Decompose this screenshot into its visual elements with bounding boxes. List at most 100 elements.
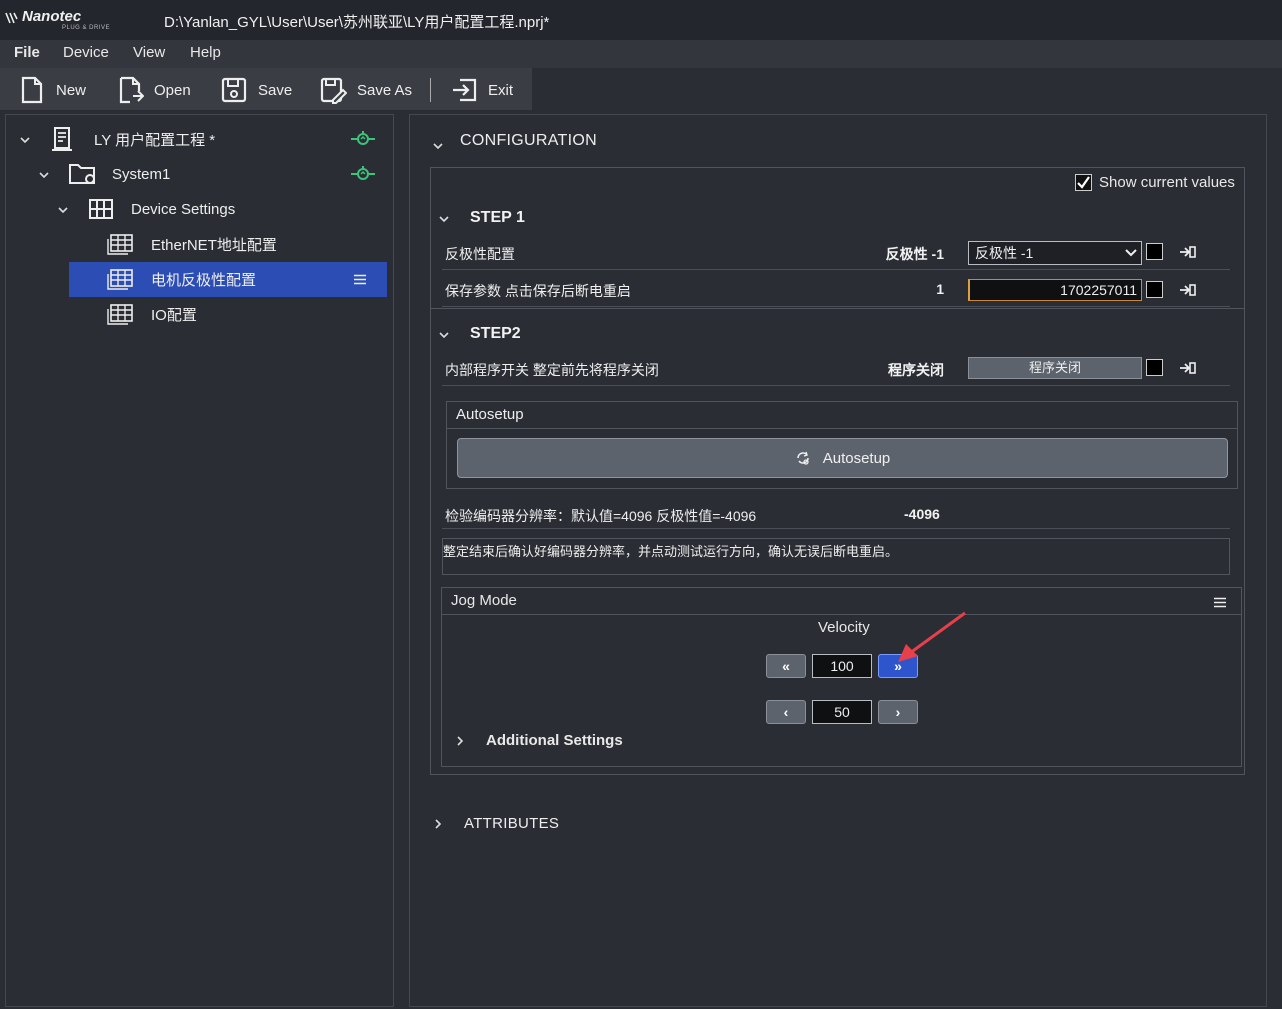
new-label: New bbox=[56, 81, 87, 99]
save-label: Save bbox=[258, 81, 293, 99]
param-label: 保存参数 点击保存后断电重启 bbox=[445, 283, 631, 299]
autosetup-divider bbox=[447, 428, 1237, 429]
program-switch-button[interactable]: 程序关闭 bbox=[968, 357, 1142, 379]
exit-icon bbox=[453, 78, 477, 102]
chevron-right-icon[interactable] bbox=[455, 735, 465, 747]
polarity-select[interactable]: 反极性 -1 bbox=[968, 241, 1142, 265]
jog-step-forward-button[interactable]: › bbox=[878, 700, 918, 724]
project-icon bbox=[52, 127, 72, 151]
brand-name: Nanotec bbox=[22, 8, 82, 25]
chevron-down-icon[interactable] bbox=[19, 134, 31, 146]
polarity-select-value: 反极性 -1 bbox=[975, 245, 1034, 261]
open-button[interactable]: Open bbox=[116, 76, 191, 104]
program-switch-checkbox[interactable] bbox=[1146, 359, 1163, 376]
show-current-values-label: Show current values bbox=[1099, 174, 1235, 191]
configuration-title[interactable]: CONFIGURATION bbox=[460, 132, 597, 150]
chevron-down-icon[interactable] bbox=[38, 169, 50, 181]
title-bar: Nanotec PLUG & DRIVE D:\Yanlan_GYL\User\… bbox=[0, 0, 1282, 40]
param-label: 内部程序开关 整定前先将程序关闭 bbox=[445, 362, 659, 378]
polarity-checkbox[interactable] bbox=[1146, 243, 1163, 260]
jog-step-reverse-button[interactable]: ‹ bbox=[766, 700, 806, 724]
new-button[interactable]: New bbox=[18, 76, 86, 104]
step2-title[interactable]: STEP2 bbox=[470, 325, 521, 343]
save-icon bbox=[221, 77, 247, 103]
note-text-box: 整定结束后确认好编码器分辨率，并点动测试运行方向，确认无误后断电重启。 bbox=[442, 538, 1230, 575]
tree-item-label: 电机反极性配置 bbox=[151, 271, 257, 289]
tree-device-settings-label: Device Settings bbox=[131, 200, 236, 218]
param-current-value: 1 bbox=[936, 281, 944, 297]
chevron-right-icon[interactable] bbox=[433, 818, 443, 830]
table-icon bbox=[107, 304, 133, 325]
toolbar-empty-area bbox=[532, 68, 1282, 110]
save-button[interactable]: Save bbox=[220, 76, 292, 104]
online-status-icon bbox=[351, 131, 375, 145]
checkmark-icon bbox=[1077, 176, 1090, 189]
chevron-down-icon[interactable] bbox=[432, 140, 444, 152]
jog-mode-title: Jog Mode bbox=[451, 592, 517, 609]
nanotec-logo: Nanotec PLUG & DRIVE bbox=[4, 6, 114, 34]
note-text: 整定结束后确认好编码器分辨率，并点动测试运行方向，确认无误后断电重启。 bbox=[443, 544, 899, 559]
write-to-device-icon[interactable] bbox=[1179, 244, 1197, 260]
encoder-value: -4096 bbox=[904, 506, 940, 522]
chevron-down-icon[interactable] bbox=[438, 213, 450, 225]
save-param-checkbox[interactable] bbox=[1146, 281, 1163, 298]
save-as-button[interactable]: Save As bbox=[319, 76, 412, 104]
open-file-icon bbox=[119, 76, 144, 104]
open-label: Open bbox=[154, 81, 191, 99]
tree-item-ethernet[interactable]: EtherNET地址配置 bbox=[106, 227, 277, 261]
menu-icon[interactable] bbox=[353, 274, 367, 285]
chevron-down-icon[interactable] bbox=[57, 204, 69, 216]
tree-item-io[interactable]: IO配置 bbox=[106, 297, 197, 331]
param-label: 反极性配置 bbox=[445, 246, 515, 262]
online-status-icon bbox=[351, 166, 375, 180]
tree-item-label: EtherNET地址配置 bbox=[151, 236, 277, 254]
menu-device[interactable]: Device bbox=[63, 44, 109, 61]
tree-item-system1[interactable]: System1 bbox=[68, 157, 170, 191]
jog-fast-reverse-button[interactable]: « bbox=[766, 654, 806, 678]
menu-icon[interactable] bbox=[1213, 597, 1227, 608]
menu-file[interactable]: File bbox=[14, 44, 40, 61]
tree-item-label: IO配置 bbox=[151, 306, 197, 324]
step-divider bbox=[431, 308, 1244, 309]
toolbar: New Open Save Save As Exit bbox=[0, 68, 532, 110]
step1-title[interactable]: STEP 1 bbox=[470, 209, 525, 227]
toolbar-separator bbox=[430, 78, 431, 102]
nanotec-logo-icon bbox=[5, 12, 18, 24]
velocity-label: Velocity bbox=[818, 619, 870, 636]
write-to-device-icon[interactable] bbox=[1179, 282, 1197, 298]
step-input[interactable]: 50 bbox=[812, 700, 872, 724]
save-param-input[interactable]: 1702257011 bbox=[968, 279, 1142, 301]
jog-mode-header: Jog Mode bbox=[441, 587, 1242, 615]
param-current-value: 程序关闭 bbox=[888, 362, 944, 378]
table-icon bbox=[107, 269, 133, 290]
chevron-down-icon[interactable] bbox=[438, 329, 450, 341]
tree-system-label: System1 bbox=[112, 165, 171, 183]
table-icon bbox=[107, 234, 133, 255]
tree-item-motor-polarity[interactable]: 电机反极性配置 bbox=[106, 262, 256, 296]
exit-button[interactable]: Exit bbox=[450, 76, 513, 104]
system-folder-icon bbox=[69, 164, 95, 184]
chevron-down-icon bbox=[1125, 249, 1137, 257]
autosetup-button[interactable]: Autosetup bbox=[457, 438, 1228, 478]
additional-settings-title[interactable]: Additional Settings bbox=[486, 732, 623, 749]
param-label: 检验编码器分辨率：默认值=4096 反极性值=-4096 bbox=[445, 508, 757, 524]
attributes-title[interactable]: ATTRIBUTES bbox=[464, 815, 559, 832]
tree-item-project[interactable]: LY 用户配置工程 * bbox=[50, 122, 215, 156]
menu-help[interactable]: Help bbox=[190, 44, 221, 61]
show-current-values-checkbox[interactable] bbox=[1075, 174, 1092, 191]
menu-bar: File Device View Help bbox=[0, 40, 1282, 68]
tree-item-device-settings[interactable]: Device Settings bbox=[88, 192, 235, 226]
save-as-label: Save As bbox=[357, 81, 413, 99]
write-to-device-icon[interactable] bbox=[1179, 360, 1197, 376]
window-title: D:\Yanlan_GYL\User\User\苏州联亚\LY用户配置工程.np… bbox=[164, 14, 550, 31]
autosetup-button-label: Autosetup bbox=[822, 449, 891, 467]
annotation-arrow-icon bbox=[898, 611, 966, 662]
exit-label: Exit bbox=[488, 81, 514, 99]
grid-icon bbox=[89, 199, 113, 219]
autosetup-title: Autosetup bbox=[456, 406, 524, 423]
menu-view[interactable]: View bbox=[133, 44, 165, 61]
autosetup-icon bbox=[796, 451, 809, 465]
param-current-value: 反极性 -1 bbox=[885, 246, 944, 262]
velocity-input[interactable]: 100 bbox=[812, 654, 872, 678]
brand-subtitle: PLUG & DRIVE bbox=[62, 25, 111, 31]
